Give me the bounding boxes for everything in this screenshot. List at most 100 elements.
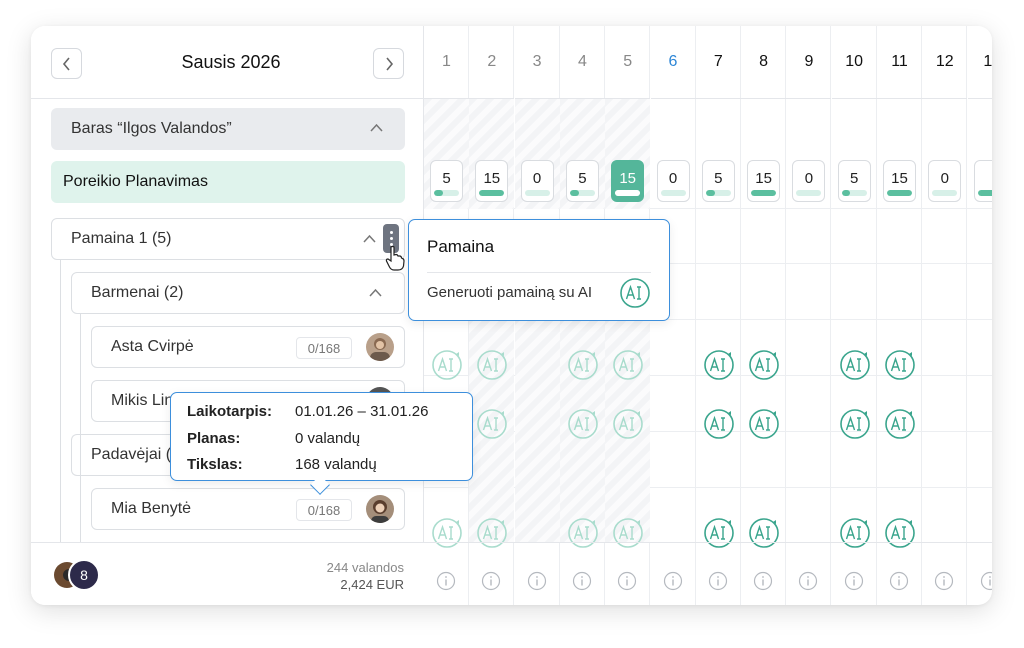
day-label[interactable]: 5: [605, 26, 651, 99]
shift-row[interactable]: Pamaina 1 (5): [51, 218, 405, 260]
demand-bar-fill: [479, 190, 505, 196]
demand-bar-fill: [615, 190, 641, 196]
info-icon[interactable]: [753, 571, 773, 591]
day-label[interactable]: 4: [559, 26, 605, 99]
prev-month-button[interactable]: [51, 48, 82, 79]
employee-row[interactable]: Asta Cvirpė 0/168: [91, 326, 405, 368]
info-icon[interactable]: [889, 571, 909, 591]
tooltip-key: Laikotarpis:: [187, 403, 273, 420]
demand-cell[interactable]: 15: [883, 160, 916, 202]
day-label[interactable]: 8: [741, 26, 787, 99]
demand-cell[interactable]: 5: [837, 160, 871, 202]
demand-cell[interactable]: 15: [747, 160, 781, 202]
ai-icon[interactable]: [612, 517, 644, 549]
footer-summary: 8 244 valandos 2,424 EUR: [31, 542, 424, 605]
ai-icon[interactable]: [431, 517, 463, 549]
demand-cell[interactable]: 15: [475, 160, 509, 202]
employee-row[interactable]: Mia Benytė 0/168: [91, 488, 405, 530]
day-label[interactable]: 6: [650, 26, 696, 99]
demand-cell[interactable]: 0: [792, 160, 826, 202]
chevron-up-icon[interactable]: [363, 234, 376, 243]
ai-icon[interactable]: [748, 349, 780, 381]
next-month-button[interactable]: [373, 48, 404, 79]
info-icon[interactable]: [980, 571, 992, 591]
day-label[interactable]: 10: [831, 26, 877, 99]
demand-value: 5: [850, 170, 859, 187]
tooltip-value: 01.01.26 – 31.01.26: [295, 403, 429, 420]
info-icon[interactable]: [708, 571, 728, 591]
ai-icon[interactable]: [748, 408, 780, 440]
demand-bar-fill: [977, 190, 992, 196]
day-label[interactable]: 1: [424, 26, 469, 99]
ai-icon[interactable]: [612, 408, 644, 440]
ai-icon[interactable]: [703, 408, 735, 440]
tooltip-key: Planas:: [187, 430, 241, 447]
demand-cell[interactable]: 5: [430, 160, 463, 202]
ai-icon[interactable]: [839, 349, 871, 381]
demand-bar: [434, 190, 459, 196]
ai-icon[interactable]: [703, 349, 735, 381]
demand-bar: [751, 190, 777, 196]
ai-icon[interactable]: [476, 349, 508, 381]
info-icon[interactable]: [617, 571, 637, 591]
ai-icon[interactable]: [839, 408, 871, 440]
demand-bar-fill: [569, 190, 579, 196]
month-header: Sausis 2026: [31, 26, 424, 99]
day-label[interactable]: 9: [786, 26, 832, 99]
shift-label: Pamaina 1 (5): [71, 230, 172, 247]
ai-icon[interactable]: [884, 408, 916, 440]
demand-bar: [660, 190, 686, 196]
ai-icon[interactable]: [476, 517, 508, 549]
ai-icon[interactable]: [884, 349, 916, 381]
ai-icon[interactable]: [567, 517, 599, 549]
tree-line: [80, 314, 81, 542]
demand-value: 0: [804, 170, 814, 187]
info-icon[interactable]: [436, 571, 456, 591]
info-icon[interactable]: [798, 571, 818, 591]
ai-icon[interactable]: [619, 277, 651, 309]
day-label[interactable]: 12: [922, 26, 968, 99]
demand-cell[interactable]: 0: [928, 160, 962, 202]
info-icon[interactable]: [663, 571, 683, 591]
day-column: 1:: [967, 26, 992, 605]
day-column: 90: [786, 26, 832, 605]
group-row[interactable]: Baras “Ilgos Valandos”: [51, 108, 405, 150]
chevron-up-icon[interactable]: [370, 123, 383, 132]
chevron-up-icon[interactable]: [369, 288, 382, 297]
day-label[interactable]: 2: [469, 26, 515, 99]
avatar: [366, 495, 394, 523]
demand-cell[interactable]: 5: [701, 160, 735, 202]
info-icon[interactable]: [844, 571, 864, 591]
demand-cell[interactable]: 5: [565, 160, 599, 202]
ai-icon[interactable]: [612, 349, 644, 381]
demand-cell[interactable]: 0: [520, 160, 554, 202]
ai-icon[interactable]: [884, 517, 916, 549]
ai-icon[interactable]: [431, 349, 463, 381]
demand-planning-row[interactable]: Poreikio Planavimas: [51, 161, 405, 203]
generate-shift-ai-item[interactable]: Generuoti pamainą su AI: [427, 284, 592, 301]
demand-bar: [569, 190, 595, 196]
ai-icon[interactable]: [839, 517, 871, 549]
info-icon[interactable]: [934, 571, 954, 591]
day-label[interactable]: 3: [514, 26, 560, 99]
ai-icon[interactable]: [567, 408, 599, 440]
info-icon[interactable]: [572, 571, 592, 591]
day-label[interactable]: 7: [695, 26, 741, 99]
demand-cell[interactable]: 0: [656, 160, 690, 202]
demand-cell[interactable]: 15: [611, 160, 645, 202]
info-icon[interactable]: [527, 571, 547, 591]
demand-cell[interactable]: [973, 160, 992, 202]
tree-line: [60, 260, 61, 542]
hours-badge: 0/168: [296, 337, 352, 359]
ai-icon[interactable]: [748, 517, 780, 549]
ai-icon[interactable]: [567, 349, 599, 381]
role-row-barmenai[interactable]: Barmenai (2): [71, 272, 405, 314]
day-label[interactable]: 1:: [967, 26, 992, 99]
demand-value: 5: [714, 170, 723, 187]
avatar-count-badge[interactable]: 8: [68, 559, 100, 591]
info-icon[interactable]: [481, 571, 501, 591]
ai-icon[interactable]: [703, 517, 735, 549]
day-label[interactable]: 11: [877, 26, 922, 99]
demand-bar-fill: [841, 190, 851, 196]
ai-icon[interactable]: [476, 408, 508, 440]
